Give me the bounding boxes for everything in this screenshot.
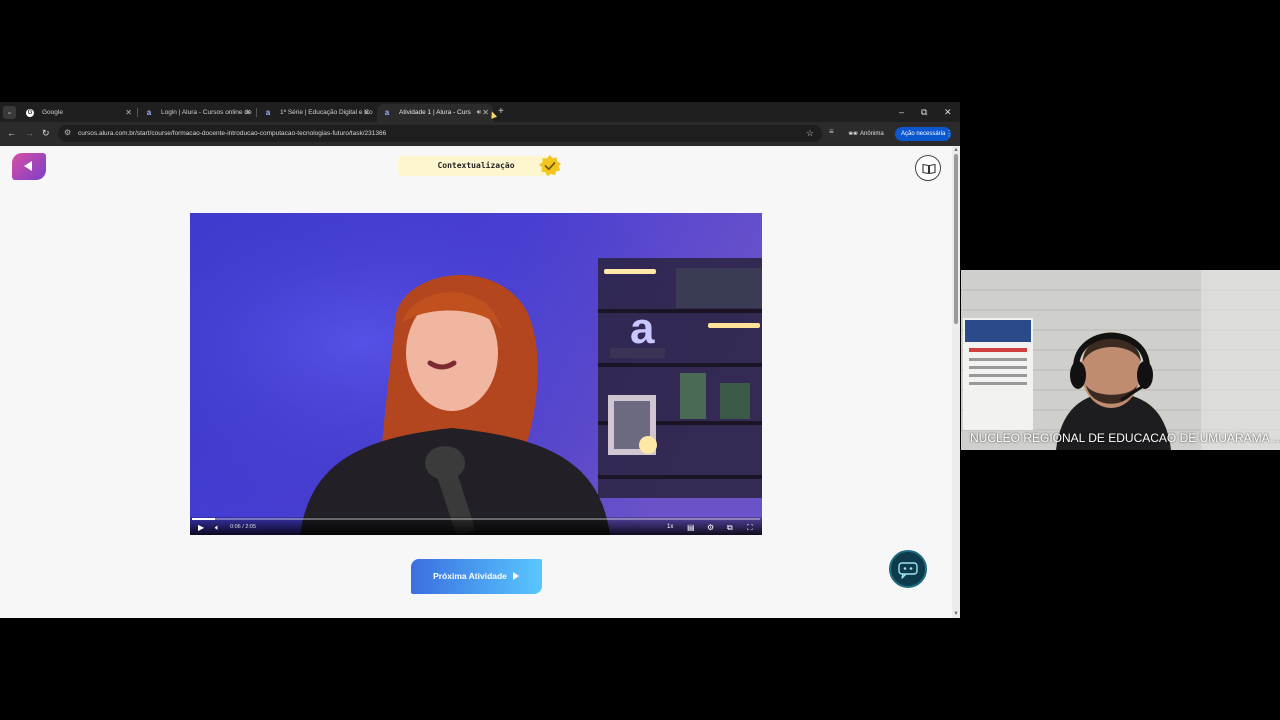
google-icon: G	[26, 109, 34, 117]
volume-icon[interactable]: 🔈︎	[215, 523, 220, 532]
video-frame-presenter: a	[190, 213, 762, 535]
minimize-icon[interactable]: –	[899, 105, 904, 119]
captions-icon[interactable]: ▤	[687, 523, 695, 532]
browser-menu-icon[interactable]: ⋮	[945, 127, 953, 141]
bookmark-star-icon[interactable]: ☆	[806, 126, 814, 141]
back-button[interactable]	[12, 153, 46, 180]
tab-strip: ⌄ G Google ✕ a Login | Alura - Cursos on…	[0, 102, 960, 122]
scroll-up-icon[interactable]: ▲	[953, 147, 959, 153]
video-controls: ▶ 🔈︎ 0:06 / 2:05 1x ▤ ⚙ ⧉ ⛶	[190, 517, 762, 535]
chat-assistant-button[interactable]	[889, 550, 927, 588]
alura-icon: a	[384, 108, 390, 117]
webcam-tile: NUCLEO REGIONAL DE EDUCACAO DE UMUARAMA …	[961, 270, 1280, 450]
browser-window: ⌄ G Google ✕ a Login | Alura - Cursos on…	[0, 102, 960, 618]
tab-title: Login | Alura - Cursos online de	[161, 109, 252, 116]
page-title: Contextualização	[437, 161, 515, 170]
site-info-icon[interactable]: ⚙	[64, 128, 71, 137]
participant-name: NUCLEO REGIONAL DE EDUCACAO DE UMUARAMA …	[970, 431, 1280, 445]
play-arrow-icon	[513, 572, 519, 580]
close-tab-icon[interactable]: ✕	[244, 104, 251, 122]
address-bar[interactable]: ⚙ cursos.alura.com.br/start/course/forma…	[58, 125, 822, 142]
screen: ⌄ G Google ✕ a Login | Alura - Cursos on…	[0, 0, 1280, 720]
book-button[interactable]	[915, 155, 941, 181]
tab-alura-serie[interactable]: a 1ª Série | Educação Digital e Co ✕	[258, 104, 374, 122]
incognito-icon: 🕶︎	[848, 129, 859, 138]
forward-arrow-icon[interactable]: →	[25, 127, 34, 139]
new-tab-button[interactable]: +	[498, 105, 504, 119]
time-separator: /	[242, 524, 244, 530]
activity-title-pill: Contextualização	[398, 156, 554, 176]
speaker-icon[interactable]: 🔊︎	[477, 104, 481, 122]
video-time: 0:06 / 2:05	[230, 523, 256, 532]
close-tab-icon[interactable]: ✕	[363, 104, 370, 122]
book-icon	[922, 163, 936, 175]
fullscreen-icon[interactable]: ⛶	[747, 523, 753, 532]
restore-icon[interactable]: ⧉	[921, 105, 927, 119]
duration: 2:05	[245, 524, 257, 530]
next-activity-label: Próxima Atividade	[433, 571, 507, 581]
incognito-label: Anônima	[860, 131, 884, 137]
scroll-down-icon[interactable]: ▼	[953, 611, 959, 617]
video-progress-bar[interactable]	[192, 518, 760, 520]
close-window-icon[interactable]: ✕	[944, 105, 952, 119]
tab-atividade-active[interactable]: a Atividade 1 | Alura - Cursos 🔊︎ ✕	[377, 104, 493, 122]
chevron-left-icon	[24, 161, 32, 171]
reading-list-icon[interactable]: ≡	[829, 127, 834, 136]
settings-gear-icon[interactable]: ⚙	[707, 523, 714, 532]
speed-button[interactable]: 1x	[667, 523, 673, 532]
tab-separator	[256, 108, 257, 117]
chat-bot-icon	[898, 562, 918, 579]
url-text[interactable]: cursos.alura.com.br/start/course/formaca…	[78, 125, 386, 142]
tab-search-icon[interactable]: ⌄	[3, 106, 16, 119]
video-player[interactable]: a ▶ 🔈︎ 0:06 / 2:05 1x ▤ ⚙ ⧉ ⛶	[190, 213, 762, 535]
verified-badge-icon	[539, 155, 561, 177]
close-tab-icon[interactable]: ✕	[125, 104, 132, 122]
back-arrow-icon[interactable]: ←	[7, 127, 16, 139]
tab-title: Google	[42, 109, 63, 116]
svg-text:a: a	[630, 304, 655, 353]
page-scrollbar[interactable]: ▲ ▼	[952, 146, 960, 618]
close-tab-icon[interactable]: ✕	[482, 104, 489, 122]
browser-toolbar: ← → ↻ ⚙ cursos.alura.com.br/start/course…	[0, 122, 960, 146]
tab-alura-login[interactable]: a Login | Alura - Cursos online de ✕	[139, 104, 255, 122]
tab-separator	[137, 108, 138, 117]
webcam-video	[961, 270, 1280, 450]
action-required-button[interactable]: Ação necessária	[895, 127, 952, 141]
reload-icon[interactable]: ↻	[42, 127, 50, 139]
alura-icon: a	[146, 108, 152, 117]
tab-google[interactable]: G Google ✕	[20, 104, 136, 122]
play-icon[interactable]: ▶	[198, 523, 204, 532]
incognito-indicator[interactable]: 🕶︎ Anônima	[848, 127, 884, 141]
mouse-cursor-icon	[488, 110, 498, 119]
current-time: 0:06	[230, 524, 241, 530]
alura-icon: a	[265, 108, 271, 117]
tab-title: Atividade 1 | Alura - Cursos	[399, 109, 471, 116]
next-activity-button[interactable]: Próxima Atividade	[411, 559, 542, 594]
scroll-thumb[interactable]	[954, 154, 958, 324]
video-progress-fill	[192, 518, 215, 520]
page-content: Contextualização a ▶ 🔈︎ 0:06 / 2:05 1x ▤…	[0, 146, 952, 618]
picture-in-picture-icon[interactable]: ⧉	[727, 523, 733, 532]
tab-title: 1ª Série | Educação Digital e Co	[280, 109, 373, 116]
